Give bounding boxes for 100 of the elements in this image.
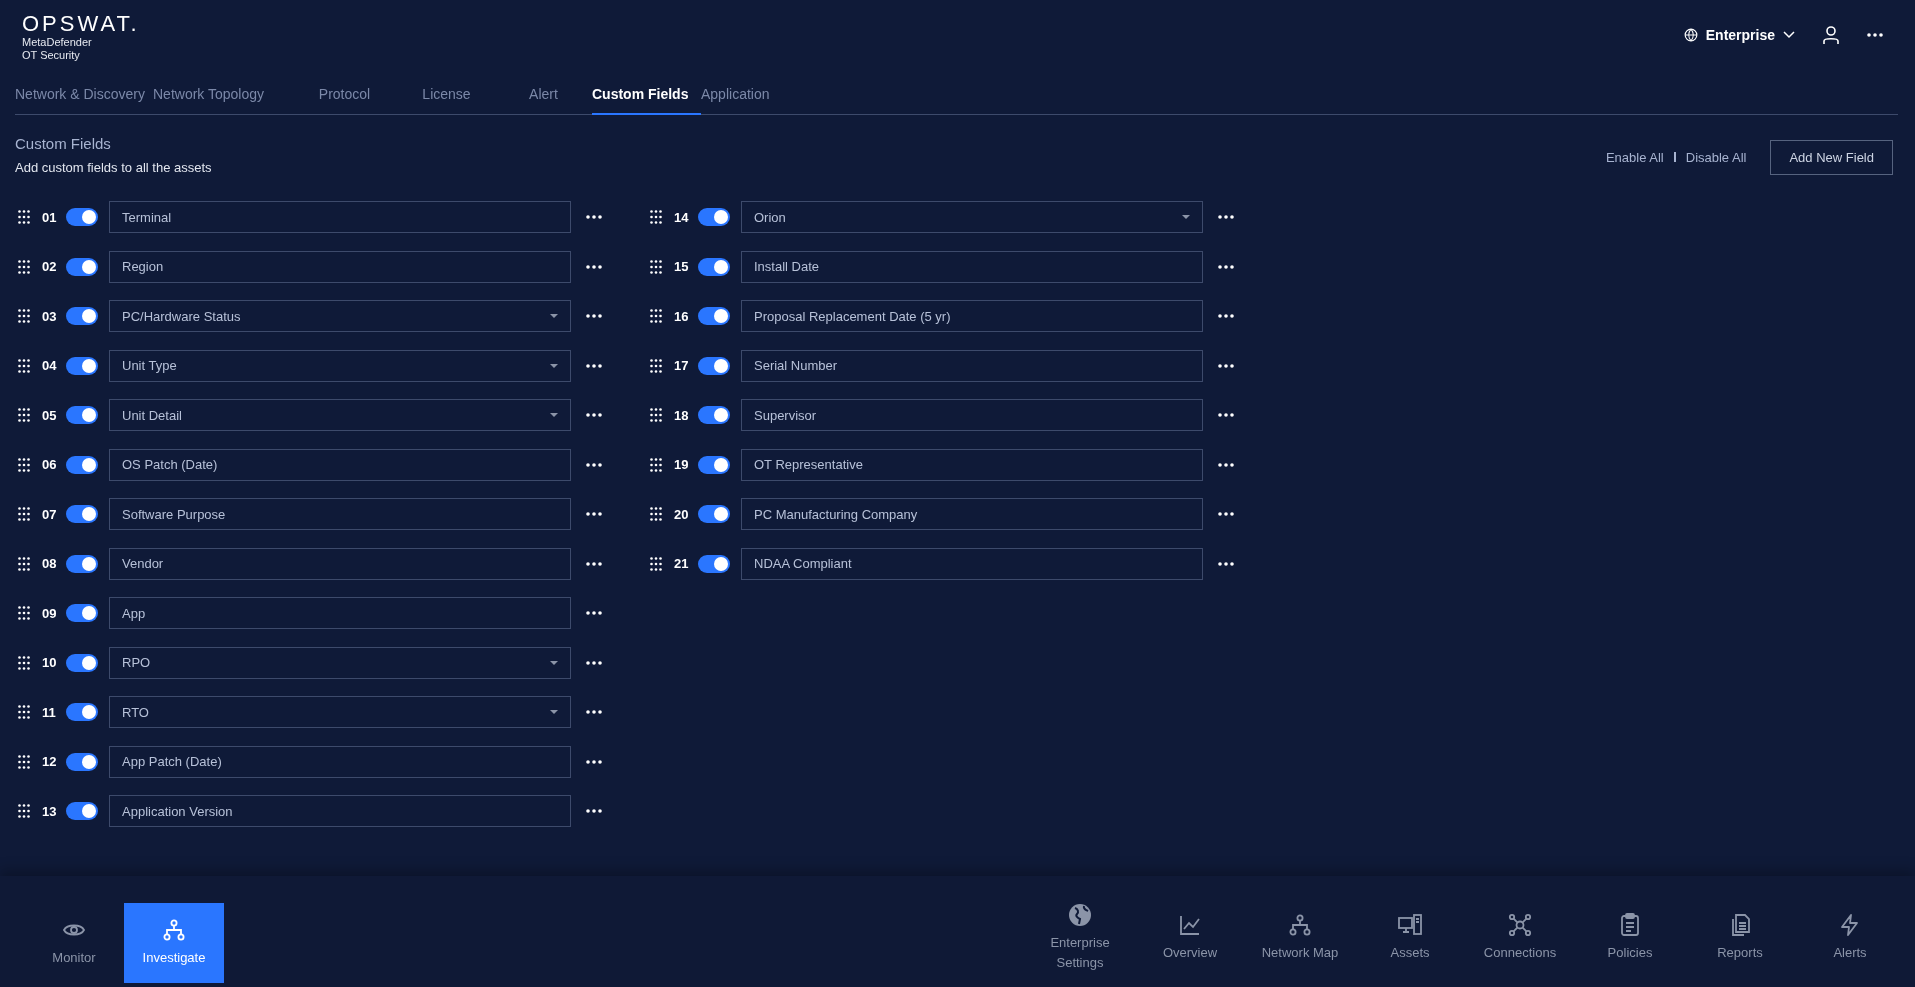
- more-options-button[interactable]: [1218, 363, 1234, 368]
- drag-handle-icon[interactable]: [18, 259, 30, 274]
- input-field[interactable]: Install Date: [741, 250, 1203, 283]
- dropdown-field[interactable]: RTO: [109, 696, 571, 728]
- drag-handle-icon[interactable]: [18, 804, 30, 818]
- more-options-button[interactable]: [1218, 314, 1234, 318]
- more-options-button[interactable]: [1218, 413, 1234, 417]
- tab[interactable]: License: [398, 74, 495, 115]
- tab[interactable]: Network Topology: [153, 74, 291, 115]
- more-options-button[interactable]: [586, 660, 602, 665]
- drag-handle-icon[interactable]: [18, 358, 30, 373]
- input-field[interactable]: Region: [109, 250, 571, 283]
- tab[interactable]: Custom Fields: [592, 74, 701, 115]
- input-field[interactable]: OS Patch (Date): [109, 448, 571, 481]
- toggle-switch[interactable]: [698, 406, 730, 424]
- toggle-switch[interactable]: [698, 455, 730, 474]
- more-options-button[interactable]: [586, 561, 602, 566]
- input-field[interactable]: Terminal: [109, 201, 571, 233]
- dropdown-field[interactable]: PC/Hardware Status: [109, 300, 571, 332]
- drag-handle-icon[interactable]: [18, 309, 30, 323]
- toggle-switch[interactable]: [698, 307, 730, 325]
- toggle-switch[interactable]: [66, 406, 98, 424]
- nav-item[interactable]: Policies: [1575, 893, 1685, 983]
- input-field[interactable]: App Patch (Date): [109, 745, 571, 778]
- more-options-button[interactable]: [586, 809, 602, 813]
- more-options-button[interactable]: [1218, 264, 1234, 269]
- toggle-switch[interactable]: [698, 208, 730, 226]
- toggle-switch[interactable]: [66, 257, 98, 276]
- input-field[interactable]: Proposal Replacement Date (5 yr): [741, 300, 1203, 332]
- more-options-button[interactable]: [586, 363, 602, 368]
- nav-item[interactable]: Monitor: [24, 903, 124, 983]
- drag-handle-icon[interactable]: [650, 358, 662, 373]
- input-field[interactable]: Software Purpose: [109, 498, 571, 530]
- drag-handle-icon[interactable]: [650, 457, 662, 472]
- more-options-button[interactable]: [1218, 462, 1234, 467]
- drag-handle-icon[interactable]: [650, 309, 662, 323]
- disable-all-link[interactable]: Disable All: [1685, 149, 1747, 165]
- drag-handle-icon[interactable]: [18, 606, 30, 620]
- input-field[interactable]: App: [109, 597, 571, 629]
- more-options-button[interactable]: [586, 759, 602, 764]
- nav-item[interactable]: Overview: [1135, 893, 1245, 983]
- drag-handle-icon[interactable]: [18, 457, 30, 472]
- more-options-button[interactable]: [586, 215, 602, 219]
- workspace-selector[interactable]: Enterprise: [1683, 27, 1795, 43]
- drag-handle-icon[interactable]: [650, 507, 662, 521]
- more-options-button[interactable]: [586, 264, 602, 269]
- nav-item[interactable]: Investigate: [124, 903, 224, 983]
- drag-handle-icon[interactable]: [18, 507, 30, 521]
- input-field[interactable]: NDAA Compliant: [741, 547, 1203, 580]
- toggle-switch[interactable]: [698, 356, 730, 375]
- toggle-switch[interactable]: [66, 703, 98, 721]
- nav-item[interactable]: Reports: [1685, 893, 1795, 983]
- enable-all-link[interactable]: Enable All: [1605, 149, 1664, 165]
- more-options-button[interactable]: [1218, 561, 1234, 566]
- more-options-button[interactable]: [586, 314, 602, 318]
- drag-handle-icon[interactable]: [650, 408, 662, 422]
- more-options-button[interactable]: [586, 462, 602, 467]
- input-field[interactable]: Vendor: [109, 547, 571, 580]
- tab[interactable]: Network & Discovery: [15, 74, 153, 115]
- nav-item[interactable]: Network Map: [1245, 893, 1355, 983]
- more-options-button[interactable]: [586, 611, 602, 615]
- nav-item[interactable]: Connections: [1465, 893, 1575, 983]
- toggle-switch[interactable]: [698, 505, 730, 523]
- drag-handle-icon[interactable]: [650, 210, 662, 224]
- toggle-switch[interactable]: [66, 653, 98, 672]
- input-field[interactable]: Serial Number: [741, 349, 1203, 382]
- drag-handle-icon[interactable]: [650, 259, 662, 274]
- nav-item[interactable]: Enterprise Settings: [1025, 893, 1135, 983]
- tab[interactable]: Protocol: [291, 74, 398, 115]
- user-icon[interactable]: [1823, 26, 1839, 44]
- toggle-switch[interactable]: [698, 257, 730, 276]
- nav-item[interactable]: Assets: [1355, 893, 1465, 983]
- input-field[interactable]: Supervisor: [741, 399, 1203, 431]
- drag-handle-icon[interactable]: [18, 408, 30, 422]
- more-options-button[interactable]: [586, 512, 602, 516]
- input-field[interactable]: PC Manufacturing Company: [741, 498, 1203, 530]
- toggle-switch[interactable]: [66, 356, 98, 375]
- more-options-button[interactable]: [1218, 215, 1234, 219]
- toggle-switch[interactable]: [66, 752, 98, 771]
- drag-handle-icon[interactable]: [18, 210, 30, 224]
- add-new-field-button[interactable]: Add New Field: [1770, 139, 1893, 175]
- drag-handle-icon[interactable]: [18, 556, 30, 571]
- dropdown-field[interactable]: Orion: [741, 201, 1203, 233]
- dropdown-field[interactable]: RPO: [109, 646, 571, 679]
- toggle-switch[interactable]: [698, 554, 730, 573]
- drag-handle-icon[interactable]: [18, 754, 30, 769]
- toggle-switch[interactable]: [66, 554, 98, 573]
- nav-item[interactable]: Alerts: [1795, 893, 1905, 983]
- toggle-switch[interactable]: [66, 208, 98, 226]
- tab[interactable]: Alert: [495, 74, 592, 115]
- more-options-button[interactable]: [586, 710, 602, 714]
- toggle-switch[interactable]: [66, 307, 98, 325]
- drag-handle-icon[interactable]: [18, 705, 30, 719]
- toggle-switch[interactable]: [66, 604, 98, 622]
- more-menu-icon[interactable]: [1867, 33, 1883, 37]
- input-field[interactable]: Application Version: [109, 795, 571, 827]
- dropdown-field[interactable]: Unit Detail: [109, 399, 571, 431]
- dropdown-field[interactable]: Unit Type: [109, 349, 571, 382]
- toggle-switch[interactable]: [66, 455, 98, 474]
- drag-handle-icon[interactable]: [650, 556, 662, 571]
